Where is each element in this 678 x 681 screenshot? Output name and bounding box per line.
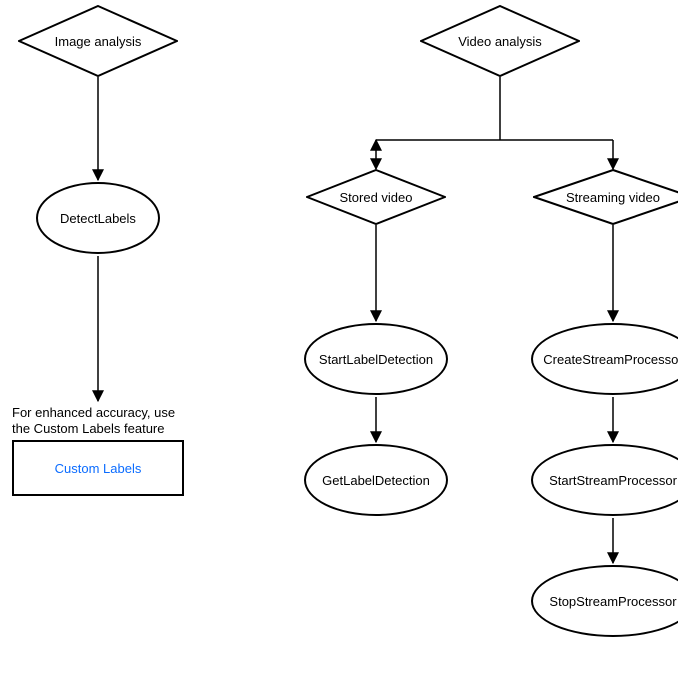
decision-video-analysis: Video analysis (420, 5, 580, 77)
note-custom-labels: For enhanced accuracy, use the Custom La… (12, 405, 192, 438)
decision-video-analysis-label: Video analysis (454, 30, 546, 53)
process-detect-labels-label: DetectLabels (60, 211, 136, 226)
decision-stored-video: Stored video (306, 169, 446, 225)
process-create-stream-processor-label: CreateStreamProcessor (543, 352, 678, 367)
diagram-canvas: Image analysis DetectLabels For enhanced… (0, 0, 678, 681)
process-start-label-detection: StartLabelDetection (304, 323, 448, 395)
process-start-stream-processor-label: StartStreamProcessor (549, 473, 677, 488)
decision-streaming-video-label: Streaming video (562, 186, 664, 209)
link-custom-labels-box[interactable]: Custom Labels (12, 440, 184, 496)
process-get-label-detection-label: GetLabelDetection (322, 473, 430, 488)
process-create-stream-processor: CreateStreamProcessor (531, 323, 678, 395)
process-detect-labels: DetectLabels (36, 182, 160, 254)
link-custom-labels[interactable]: Custom Labels (55, 461, 142, 476)
decision-stored-video-label: Stored video (336, 186, 417, 209)
decision-image-analysis-label: Image analysis (51, 30, 146, 53)
decision-image-analysis: Image analysis (18, 5, 178, 77)
note-custom-labels-text: For enhanced accuracy, use the Custom La… (12, 405, 175, 436)
process-stop-stream-processor-label: StopStreamProcessor (549, 594, 676, 609)
process-get-label-detection: GetLabelDetection (304, 444, 448, 516)
process-start-label-detection-label: StartLabelDetection (319, 352, 433, 367)
decision-streaming-video: Streaming video (533, 169, 678, 225)
process-stop-stream-processor: StopStreamProcessor (531, 565, 678, 637)
process-start-stream-processor: StartStreamProcessor (531, 444, 678, 516)
